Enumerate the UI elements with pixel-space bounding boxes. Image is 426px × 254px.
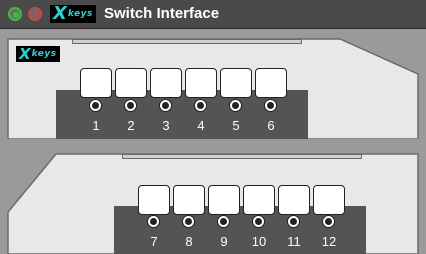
- key-6[interactable]: [255, 68, 287, 98]
- close-dot-icon[interactable]: [8, 7, 22, 21]
- panel-top-rail: [72, 39, 302, 44]
- key-1[interactable]: [80, 68, 112, 98]
- key-label-11: 11: [287, 234, 301, 249]
- led-3: [159, 99, 172, 112]
- key-label-10: 10: [251, 234, 267, 249]
- led-8: [182, 215, 195, 228]
- key-11[interactable]: [278, 185, 310, 215]
- key-2[interactable]: [115, 68, 147, 98]
- key-8[interactable]: [173, 185, 205, 215]
- led-7: [147, 215, 160, 228]
- key-label-7: 7: [150, 234, 158, 249]
- led-9: [217, 215, 230, 228]
- window-title: Switch Interface: [104, 5, 220, 22]
- key-4[interactable]: [185, 68, 217, 98]
- xkeys-panel-logo: X keys: [16, 46, 60, 62]
- key-label-2: 2: [127, 118, 135, 133]
- led-12: [322, 215, 335, 228]
- led-10: [252, 215, 265, 228]
- switch-panel-top: X keys 1 2 3 4 5 6: [0, 34, 426, 139]
- key-label-1: 1: [92, 118, 100, 133]
- key-9[interactable]: [208, 185, 240, 215]
- key-label-3: 3: [162, 118, 170, 133]
- led-6: [264, 99, 277, 112]
- key-label-9: 9: [220, 234, 228, 249]
- key-label-8: 8: [185, 234, 193, 249]
- minimize-dot-icon[interactable]: [28, 7, 42, 21]
- key-label-12: 12: [321, 234, 337, 249]
- led-5: [229, 99, 242, 112]
- key-label-4: 4: [197, 118, 205, 133]
- led-11: [287, 215, 300, 228]
- panel-bottom-rail: [122, 154, 362, 159]
- led-1: [89, 99, 102, 112]
- title-bar: X keys Switch Interface: [0, 0, 426, 29]
- key-3[interactable]: [150, 68, 182, 98]
- panel-logo-mark: X: [19, 44, 31, 63]
- key-label-5: 5: [232, 118, 240, 133]
- led-2: [124, 99, 137, 112]
- xkeys-logo: X keys: [50, 5, 96, 23]
- key-5[interactable]: [220, 68, 252, 98]
- key-7[interactable]: [138, 185, 170, 215]
- key-12[interactable]: [313, 185, 345, 215]
- panel-logo-text: keys: [31, 48, 57, 59]
- switch-panel-bottom: 7 8 9 10 11 12: [0, 148, 426, 254]
- led-4: [194, 99, 207, 112]
- logo-mark: X: [53, 3, 67, 24]
- key-10[interactable]: [243, 185, 275, 215]
- logo-text: keys: [67, 8, 93, 19]
- key-label-6: 6: [267, 118, 275, 133]
